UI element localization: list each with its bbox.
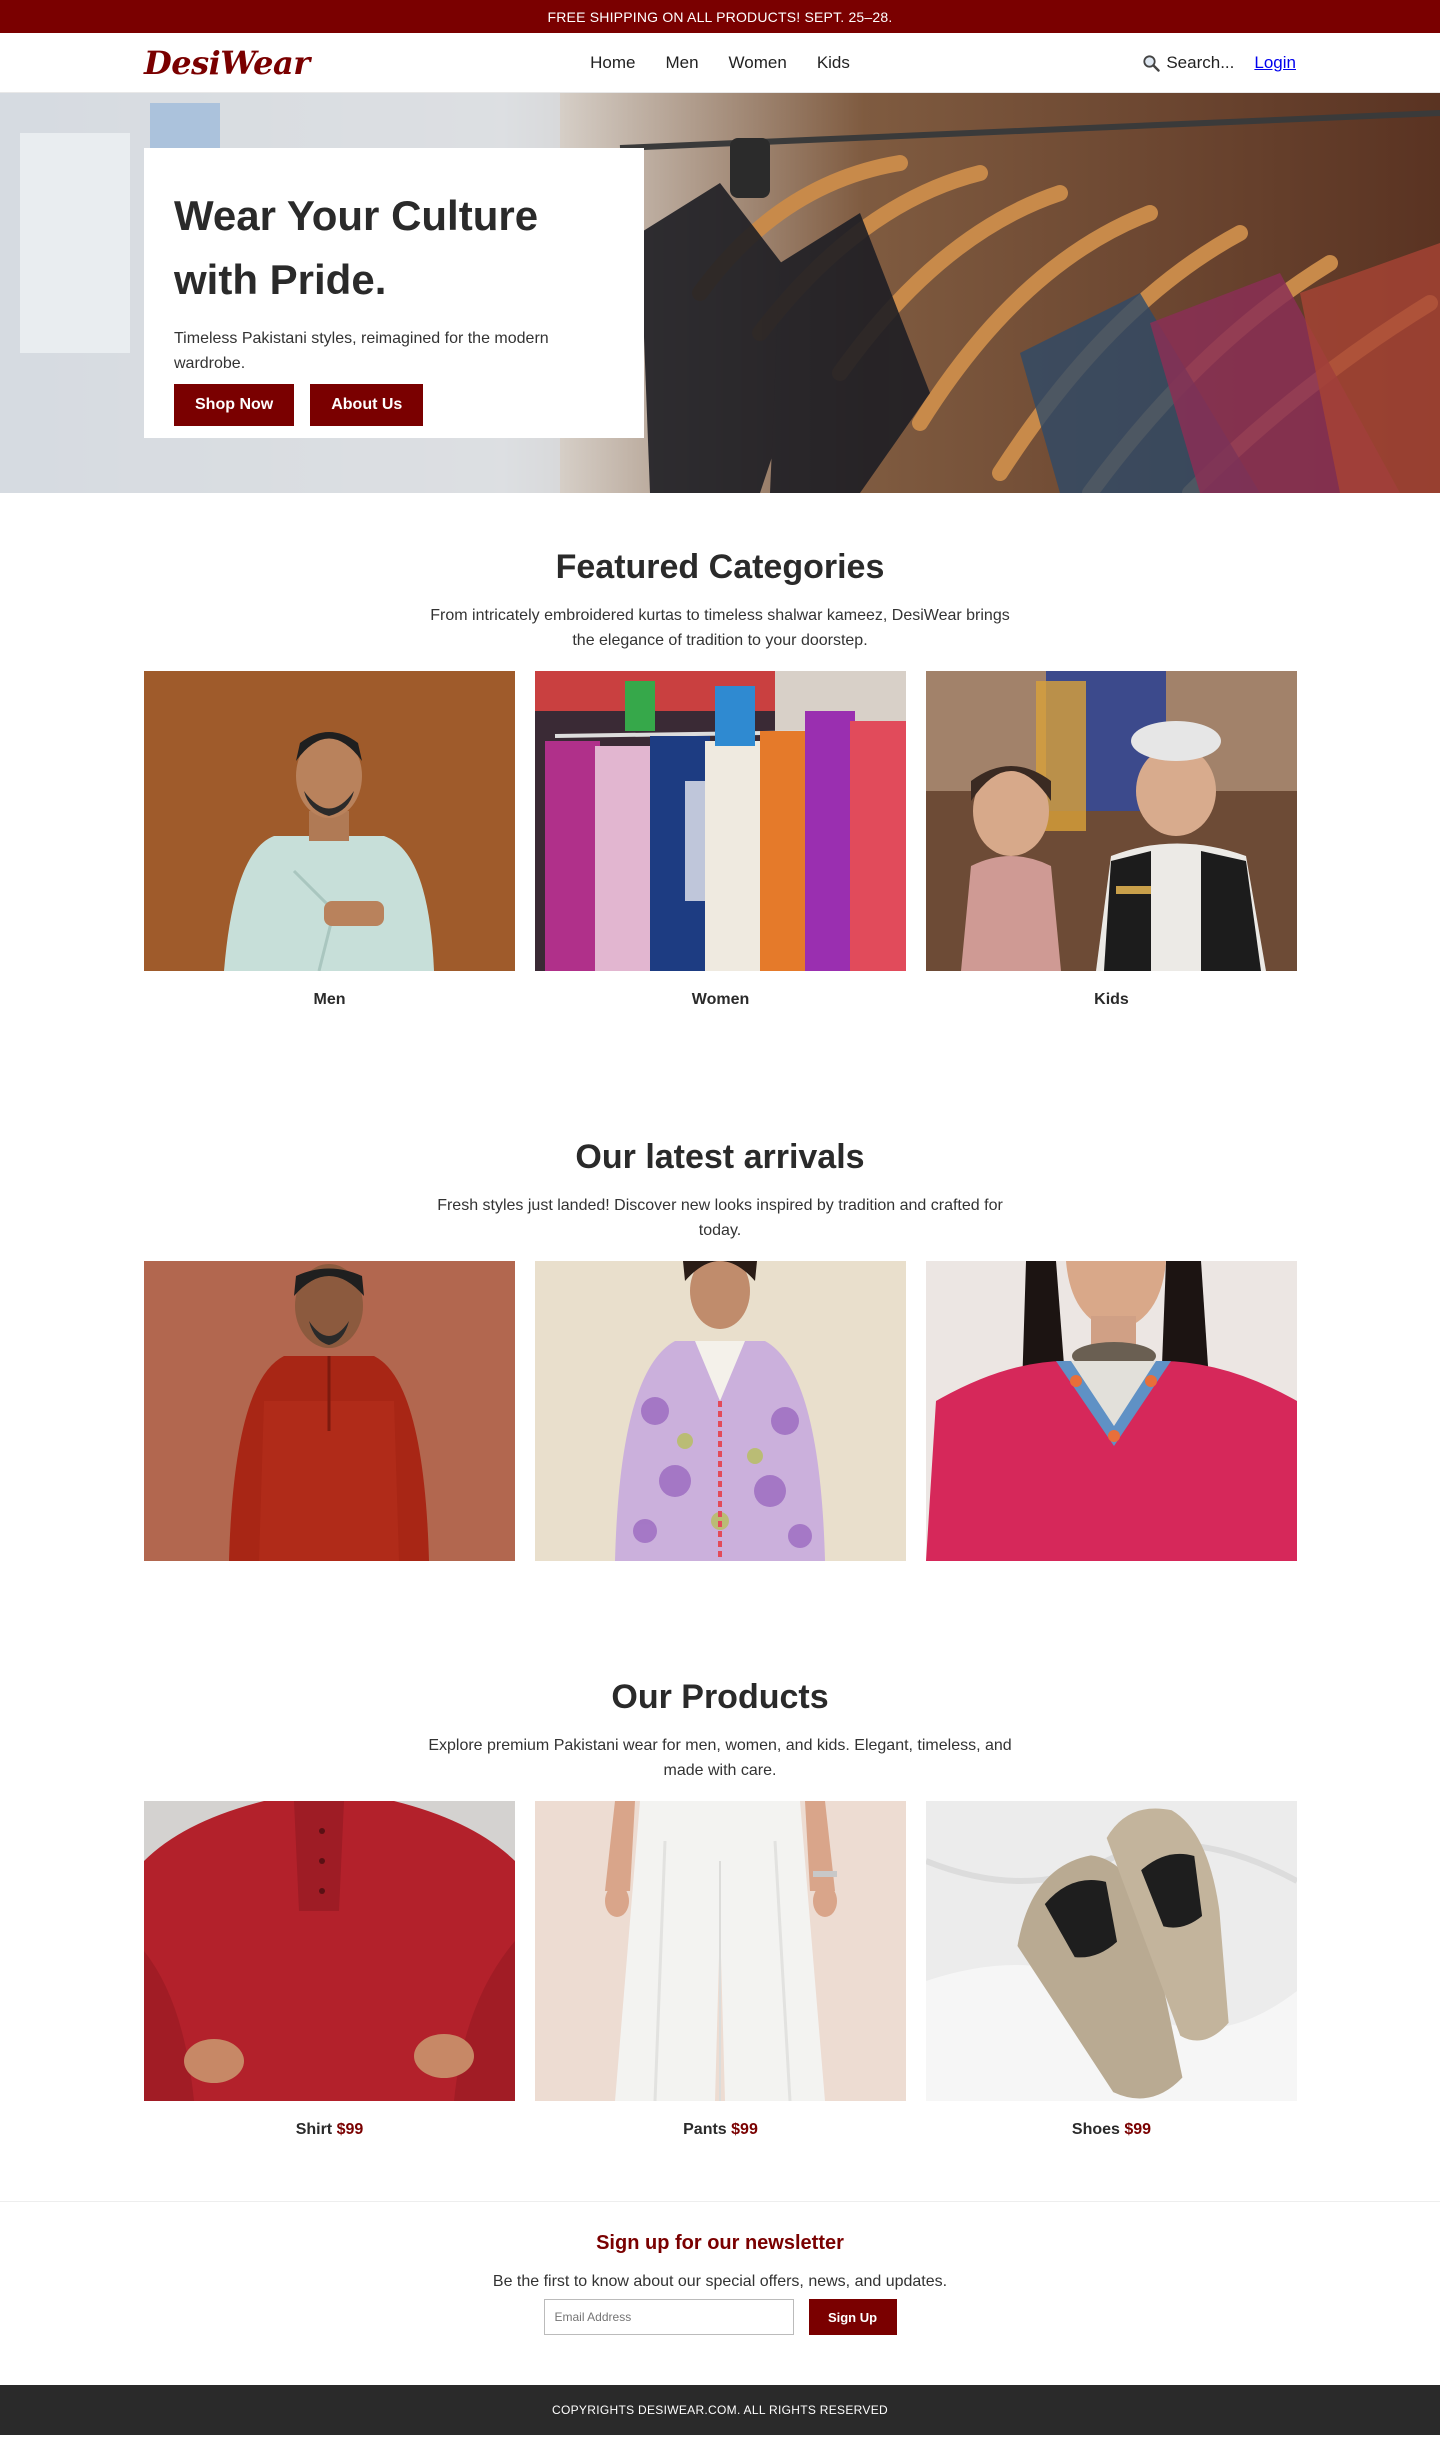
- nav-women-link[interactable]: Women: [729, 53, 787, 73]
- kids-category-image: [926, 671, 1297, 971]
- products-title: Our Products: [611, 1678, 829, 1716]
- product-price: $99: [731, 2121, 758, 2138]
- product-card-shoes[interactable]: Shoes $99: [926, 1801, 1297, 2139]
- shoes-product-image: [926, 1801, 1297, 2101]
- sign-up-button[interactable]: Sign Up: [808, 2299, 897, 2335]
- magnifying-glass-icon: [1143, 54, 1161, 72]
- category-label-women: Women: [691, 991, 750, 1008]
- promo-text: FREE SHIPPING ON ALL PRODUCTS! SEPT. 25–…: [547, 8, 893, 25]
- arrival-image-floral-kurta: [535, 1261, 906, 1561]
- categories-description: From intricately embroidered kurtas to t…: [430, 607, 1010, 649]
- arrival-image-pink-kaftan: [926, 1261, 1297, 1561]
- promo-banner: FREE SHIPPING ON ALL PRODUCTS! SEPT. 25–…: [0, 0, 1440, 33]
- search-trigger[interactable]: Search...: [1142, 53, 1234, 73]
- product-label-shirt: Shirt $99: [144, 2121, 515, 2139]
- men-category-image: [144, 671, 515, 971]
- featured-categories-section: Featured Categories From intricately emb…: [0, 493, 1440, 1083]
- category-card-women[interactable]: Women: [535, 671, 906, 1009]
- product-card-pants[interactable]: Pants $99: [535, 1801, 906, 2139]
- latest-arrivals-section: Our latest arrivals Fresh styles just la…: [0, 1083, 1440, 1623]
- product-label-pants: Pants $99: [535, 2121, 906, 2139]
- arrivals-grid: [0, 1261, 1440, 1561]
- nav-men-link[interactable]: Men: [665, 53, 698, 73]
- categories-grid: Men Women Kids: [0, 671, 1440, 1009]
- hero-subtitle: Timeless Pakistani styles, reimagined fo…: [174, 330, 549, 372]
- hero-card: Wear Your Culture with Pride. Timeless P…: [144, 148, 644, 438]
- products-description: Explore premium Pakistani wear for men, …: [428, 1737, 1012, 1779]
- login-link[interactable]: Login: [1254, 53, 1296, 73]
- category-card-kids[interactable]: Kids: [926, 671, 1297, 1009]
- product-label-shoes: Shoes $99: [926, 2121, 1297, 2139]
- email-input[interactable]: [543, 2299, 794, 2335]
- category-label-kids: Kids: [1094, 991, 1129, 1008]
- newsletter-section: Sign up for our newsletter Be the first …: [0, 2201, 1440, 2385]
- arrival-card[interactable]: [535, 1261, 906, 1561]
- nav-links: Home Men Women Kids: [590, 53, 850, 73]
- footer: COPYRIGHTS DESIWEAR.COM. ALL RIGHTS RESE…: [0, 2385, 1440, 2435]
- navbar: DesiWear Home Men Women Kids Search... L…: [0, 33, 1440, 93]
- product-price: $99: [1124, 2121, 1152, 2138]
- hero-title-line-1: Wear Your Culture: [174, 192, 539, 239]
- hero: Wear Your Culture with Pride. Timeless P…: [0, 93, 1440, 493]
- product-name: Shirt: [295, 2121, 333, 2138]
- shop-now-button[interactable]: Shop Now: [174, 384, 295, 426]
- category-card-men[interactable]: Men: [144, 671, 515, 1009]
- products-grid: Shirt $99 Pants $99 Shoes $99: [0, 1801, 1440, 2139]
- logo[interactable]: DesiWear: [144, 44, 344, 82]
- women-category-image: [535, 671, 906, 971]
- product-name: Shoes: [1071, 2121, 1120, 2138]
- newsletter-title: Sign up for our newsletter: [596, 2232, 844, 2254]
- hero-title: Wear Your Culture with Pride.: [174, 184, 614, 312]
- arrival-image-red-kurta: [144, 1261, 515, 1561]
- search-label: Search...: [1166, 52, 1235, 72]
- footer-copyright: COPYRIGHTS DESIWEAR.COM. ALL RIGHTS RESE…: [552, 2403, 888, 2417]
- arrivals-title: Our latest arrivals: [575, 1138, 865, 1176]
- pants-product-image: [535, 1801, 906, 2101]
- categories-title: Featured Categories: [555, 548, 885, 586]
- products-section: Our Products Explore premium Pakistani w…: [0, 1623, 1440, 2201]
- newsletter-form: Sign Up: [0, 2299, 1440, 2335]
- arrivals-description: Fresh styles just landed! Discover new l…: [437, 1197, 1003, 1239]
- product-card-shirt[interactable]: Shirt $99: [144, 1801, 515, 2139]
- nav-actions: Search... Login: [1096, 53, 1296, 73]
- shirt-product-image: [144, 1801, 515, 2101]
- about-us-button[interactable]: About Us: [310, 384, 424, 426]
- product-name: Pants: [683, 2121, 727, 2138]
- category-label-men: Men: [313, 991, 346, 1008]
- hero-buttons: Shop Now About Us: [174, 384, 614, 426]
- hero-title-line-2: with Pride.: [174, 256, 387, 303]
- nav-home-link[interactable]: Home: [590, 53, 635, 73]
- nav-kids-link[interactable]: Kids: [817, 53, 850, 73]
- arrival-card[interactable]: [926, 1261, 1297, 1561]
- product-price: $99: [336, 2121, 364, 2138]
- arrival-card[interactable]: [144, 1261, 515, 1561]
- newsletter-text: Be the first to know about our special o…: [492, 2273, 948, 2290]
